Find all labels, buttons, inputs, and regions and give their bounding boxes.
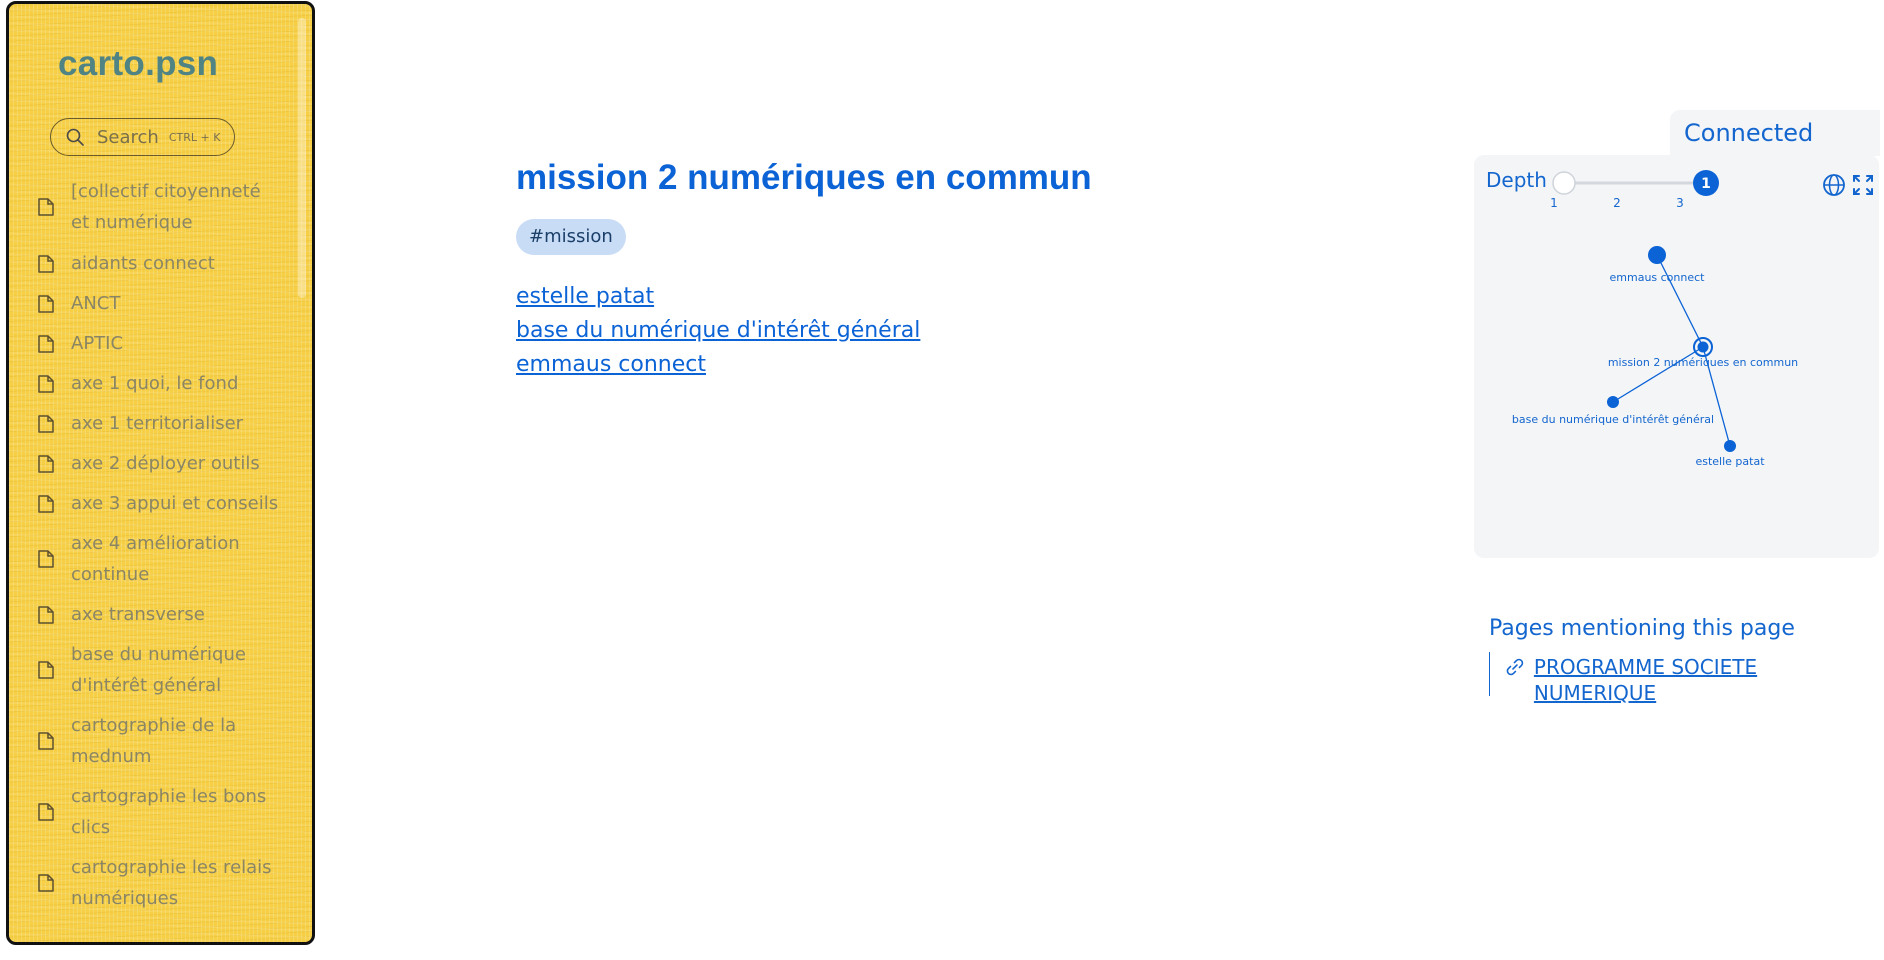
page-links: estelle patat base du numérique d'intérê… <box>516 280 920 382</box>
sidebar-item-label: axe 2 déployer outils <box>71 453 260 474</box>
backlink-programme-societe-numerique[interactable]: PROGRAMME SOCIETE NUMERIQUE <box>1534 654 1884 706</box>
document-icon <box>37 334 59 354</box>
graph-edge-emmaus <box>1656 254 1704 348</box>
sidebar-item-axe-transverse[interactable]: axe transverse <box>37 599 299 630</box>
sidebar-item-label: base du numérique d'intérêt général <box>71 644 246 696</box>
document-icon <box>37 549 59 569</box>
sidebar-item-axe-1-territorialiser[interactable]: axe 1 territorialiser <box>37 408 299 439</box>
sidebar-scrollbar[interactable] <box>298 18 306 298</box>
document-icon <box>37 454 59 474</box>
search-button[interactable]: Search CTRL + K <box>50 118 235 156</box>
sidebar-item-axe-2[interactable]: axe 2 déployer outils <box>37 448 299 479</box>
graph-node-estelle[interactable] <box>1724 440 1736 452</box>
sidebar-item-label: cartographie les relais numériques <box>71 857 272 909</box>
sidebar-item-axe-1-quoi[interactable]: axe 1 quoi, le fond <box>37 368 299 399</box>
file-explorer-list: [collectif citoyenneté et numérique aida… <box>37 176 299 923</box>
sidebar-item-aptic[interactable]: APTIC <box>37 328 299 359</box>
graph-canvas[interactable]: Depth 1 1 2 3 emmaus connect mission 2 n… <box>1474 155 1879 558</box>
document-icon <box>37 374 59 394</box>
sidebar-item-anct[interactable]: ANCT <box>37 288 299 319</box>
graph-node-label-emmaus: emmaus connect <box>1610 271 1706 284</box>
connected-pages-title: Connected Pages <box>1670 110 1880 193</box>
depth-slider-handle[interactable] <box>1552 171 1576 195</box>
document-icon <box>37 802 59 822</box>
document-icon <box>37 873 59 893</box>
depth-label: Depth <box>1486 168 1547 192</box>
sidebar-item-label: aidants connect <box>71 253 215 274</box>
graph-node-center[interactable] <box>1697 341 1709 353</box>
sidebar-item-label: axe transverse <box>71 604 205 625</box>
sidebar-item-label: [collectif citoyenneté et numérique <box>71 181 261 233</box>
sidebar-item-label: axe 4 amélioration continue <box>71 533 240 585</box>
document-icon <box>37 731 59 751</box>
graph-view[interactable]: Depth 1 1 2 3 emmaus connect mission 2 n… <box>1474 155 1879 558</box>
tag-mission[interactable]: #mission <box>516 219 626 255</box>
depth-tick-1: 1 <box>1550 196 1558 210</box>
document-icon <box>37 414 59 434</box>
page-title: mission 2 numériques en commun <box>516 158 1092 197</box>
sidebar-item-label: axe 3 appui et conseils <box>71 493 279 514</box>
sidebar-item-label: cartographie de la mednum <box>71 715 237 767</box>
sidebar: carto.psn Search CTRL + K [collectif cit… <box>6 1 315 945</box>
document-icon <box>37 197 59 217</box>
document-icon <box>37 294 59 314</box>
sidebar-item-cartographie-relais[interactable]: cartographie les relais numériques <box>37 852 299 914</box>
backlinks-title: Pages mentioning this page <box>1489 616 1795 641</box>
graph-node-label-base: base du numérique d'intérêt général <box>1512 413 1714 426</box>
sidebar-item-cartographie-bons-clics[interactable]: cartographie les bons clics <box>37 781 299 843</box>
sidebar-item-axe-3[interactable]: axe 3 appui et conseils <box>37 488 299 519</box>
document-icon <box>37 605 59 625</box>
sidebar-item-label: axe 1 territorialiser <box>71 413 244 434</box>
depth-tick-3: 3 <box>1676 196 1684 210</box>
backlinks-list: PROGRAMME SOCIETE NUMERIQUE <box>1489 652 1884 705</box>
sidebar-item-aidants-connect[interactable]: aidants connect <box>37 248 299 279</box>
link-estelle-patat[interactable]: estelle patat <box>516 280 920 314</box>
depth-tick-2: 2 <box>1613 196 1621 210</box>
globe-icon[interactable] <box>1823 174 1845 196</box>
sidebar-item-axe-4[interactable]: axe 4 amélioration continue <box>37 528 299 590</box>
graph-node-label-center: mission 2 numériques en commun <box>1608 356 1798 369</box>
site-title[interactable]: carto.psn <box>58 44 218 84</box>
sidebar-item-cartographie-mednum[interactable]: cartographie de la mednum <box>37 710 299 772</box>
graph-node-base[interactable] <box>1607 396 1619 408</box>
graph-node-emmaus[interactable] <box>1648 246 1666 264</box>
document-icon <box>37 660 59 680</box>
link-base-numerique[interactable]: base du numérique d'intérêt général <box>516 314 920 348</box>
sidebar-item-label: APTIC <box>71 333 124 354</box>
sidebar-item-label: cartographie les bons clics <box>71 786 267 838</box>
graph-node-label-estelle: estelle patat <box>1695 455 1765 468</box>
sidebar-item-label: axe 1 quoi, le fond <box>71 373 239 394</box>
document-icon <box>37 494 59 514</box>
sidebar-item-base-numerique[interactable]: base du numérique d'intérêt général <box>37 639 299 701</box>
search-icon <box>66 128 84 146</box>
document-icon <box>37 254 59 274</box>
link-icon <box>1506 658 1524 676</box>
sidebar-item-collectif[interactable]: [collectif citoyenneté et numérique <box>37 176 299 238</box>
depth-value: 1 <box>1701 176 1711 192</box>
search-label: Search <box>97 126 159 148</box>
expand-icon[interactable] <box>1853 175 1873 195</box>
search-shortcut: CTRL + K <box>168 130 221 144</box>
link-emmaus-connect[interactable]: emmaus connect <box>516 348 920 382</box>
sidebar-item-label: ANCT <box>71 293 121 314</box>
